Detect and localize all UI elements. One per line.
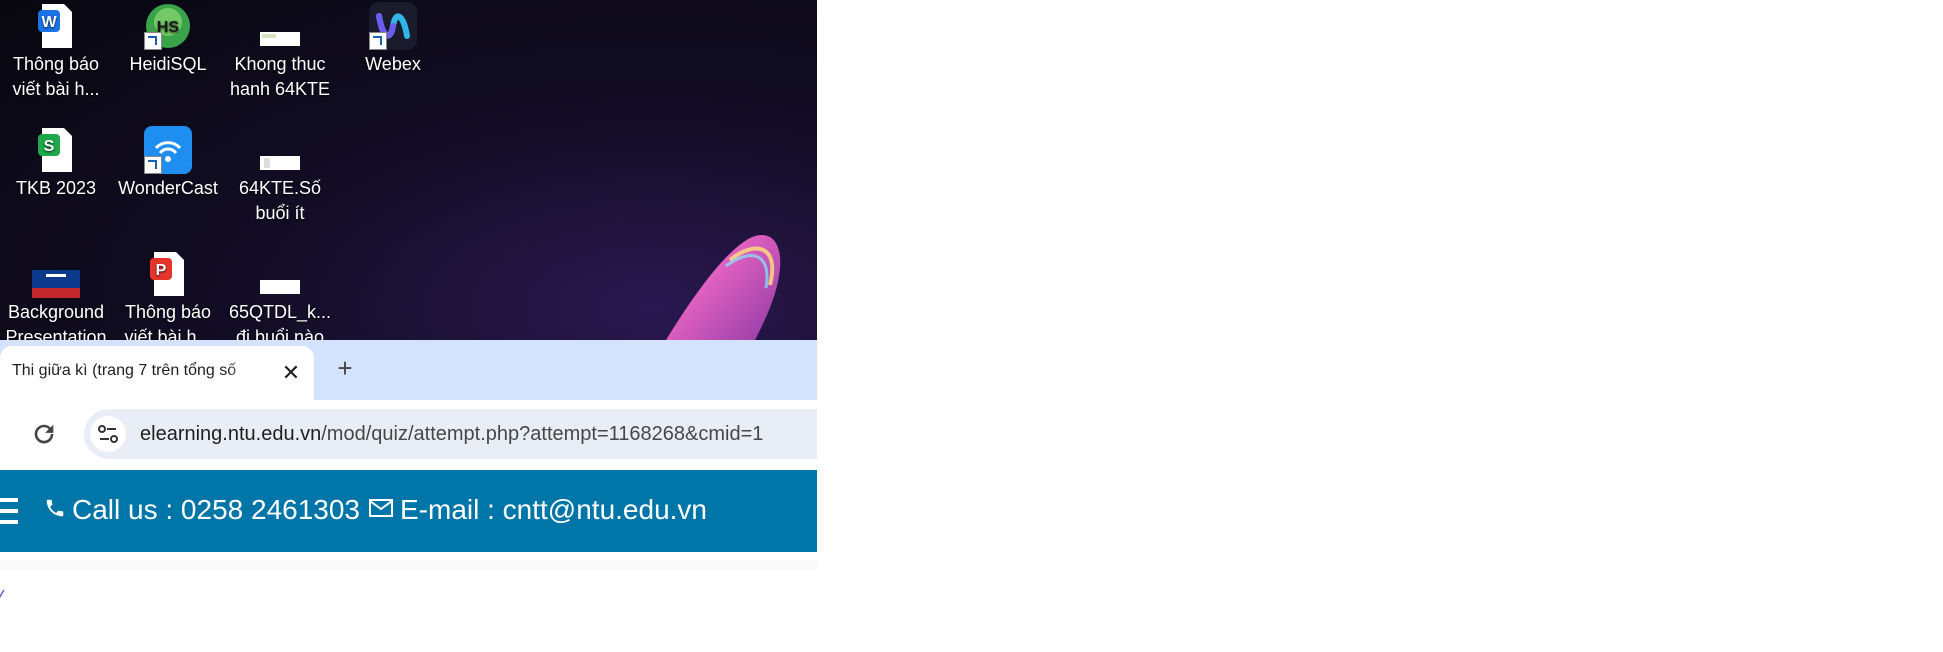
desktop-icon-label: 65QTDL_k... đi buổi nào	[228, 302, 332, 342]
desktop-icon-label: 64KTE.Số buổi ít	[238, 178, 322, 223]
desktop-icon-label: Khong thuc hanh 64KTE	[229, 54, 331, 99]
desktop-icon-label: TKB 2023	[15, 178, 97, 198]
empty-screen-area	[817, 0, 1943, 652]
url-path: /mod/quiz/attempt.php?attempt=1168268&cm…	[321, 423, 764, 445]
desktop-icon-webex[interactable]: Webex	[337, 2, 449, 77]
desktop-icon-65qtdl[interactable]: 65QTDL_k... đi buổi nào	[224, 250, 336, 342]
shortcut-arrow-icon	[144, 32, 162, 50]
desktop-icon-label: HeidiSQL	[129, 54, 207, 74]
desktop-icon-label: WonderCast	[118, 178, 218, 198]
page-divider	[0, 560, 817, 570]
browser-toolbar: elearning.ntu.edu.vn/mod/quiz/attempt.ph…	[0, 400, 844, 468]
url-text[interactable]: elearning.ntu.edu.vn/mod/quiz/attempt.ph…	[140, 423, 763, 446]
url-host: elearning.ntu.edu.vn	[140, 423, 322, 445]
chevron-up-icon	[0, 589, 5, 599]
desktop-icon-thong-bao-word[interactable]: W Thông báo viết bài h...	[0, 2, 112, 102]
site-info-icon[interactable]	[90, 416, 126, 452]
web-page: Call us : 0258 2461303 E-mail : cntt@ntu…	[0, 470, 817, 570]
address-bar[interactable]: elearning.ntu.edu.vn/mod/quiz/attempt.ph…	[84, 409, 844, 459]
tab-active[interactable]: Thi giữa kì (trang 7 trên tổng số ✕	[0, 346, 314, 400]
contact-info: Call us : 0258 2461303 E-mail : cntt@ntu…	[44, 494, 707, 526]
presentation-thumbnail-icon	[32, 250, 80, 298]
file-thumbnail-icon	[256, 250, 304, 298]
desktop-icon-label: Thông báo viết bài h...	[12, 54, 100, 99]
desktop-icon-label: Webex	[365, 54, 421, 74]
desktop-icon-label: Thông báo viết bài h...	[124, 302, 212, 342]
webex-icon	[369, 2, 417, 50]
close-icon[interactable]: ✕	[278, 360, 304, 386]
shortcut-arrow-icon	[144, 156, 162, 174]
file-thumbnail-icon	[256, 2, 304, 50]
heidisql-icon: HS	[144, 2, 192, 50]
desktop-icon-thong-bao-pdf[interactable]: P Thông báo viết bài h...	[112, 250, 224, 342]
new-tab-button[interactable]: +	[330, 353, 360, 383]
svg-text:P: P	[156, 262, 167, 279]
phone-text: Call us : 0258 2461303	[72, 494, 360, 525]
shortcut-arrow-icon	[369, 32, 387, 50]
envelope-icon	[368, 494, 394, 526]
svg-text:S: S	[44, 138, 55, 155]
pdf-doc-icon: P	[144, 250, 192, 298]
desktop-icon-tkb-2023[interactable]: S TKB 2023	[0, 126, 112, 201]
desktop-icon-64kte[interactable]: 64KTE.Số buổi ít	[224, 126, 336, 226]
site-top-bar: Call us : 0258 2461303 E-mail : cntt@ntu…	[0, 470, 817, 552]
desktop-icon-heidisql[interactable]: HS HeidiSQL	[112, 2, 224, 77]
wondercast-icon	[144, 126, 192, 174]
wallpaper-bubble	[664, 235, 781, 342]
file-thumbnail-icon	[256, 126, 304, 174]
email-text[interactable]: E-mail : cntt@ntu.edu.vn	[400, 494, 707, 526]
menu-icon[interactable]	[0, 498, 20, 524]
tab-title: Thi giữa kì (trang 7 trên tổng số	[12, 362, 237, 379]
desktop-icon-label: Background Presentation	[5, 302, 107, 342]
spreadsheet-doc-icon: S	[32, 126, 80, 174]
desktop-icon-khong-thuc-hanh[interactable]: Khong thuc hanh 64KTE	[224, 2, 336, 102]
reload-icon[interactable]	[30, 420, 58, 448]
desktop: W Thông báo viết bài h... HS HeidiSQL Kh…	[0, 0, 817, 342]
word-doc-icon: W	[32, 2, 80, 50]
svg-text:W: W	[41, 14, 57, 31]
desktop-icon-background-presentation[interactable]: Background Presentation	[0, 250, 112, 342]
desktop-icon-wondercast[interactable]: WonderCast	[112, 126, 224, 201]
phone-icon	[44, 494, 66, 526]
tab-strip: Thi giữa kì (trang 7 trên tổng số ✕ +	[0, 340, 817, 400]
browser-window: Thi giữa kì (trang 7 trên tổng số ✕ + el…	[0, 340, 844, 570]
